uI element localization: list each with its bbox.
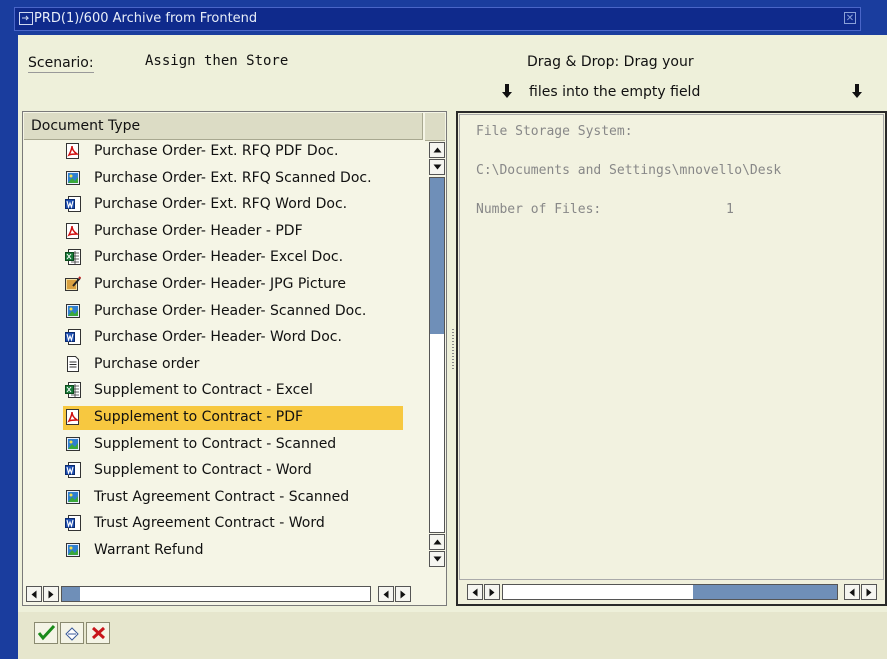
excel-icon <box>65 382 81 399</box>
scroll-thumb[interactable] <box>693 585 837 599</box>
confirm-button[interactable] <box>34 622 58 644</box>
list-item[interactable]: Warrant Refund <box>63 539 403 563</box>
header-filler <box>425 113 445 141</box>
list-item[interactable]: Trust Agreement Contract - Scanned <box>63 486 403 510</box>
list-item-label: Purchase Order- Ext. RFQ Scanned Doc. <box>94 169 372 186</box>
word-icon <box>65 515 81 532</box>
scroll-up-button[interactable] <box>429 534 445 550</box>
list-item[interactable]: Supplement to Contract - Excel <box>63 379 403 403</box>
footer-toolbar <box>18 612 887 659</box>
drag-drop-hint-line2: files into the empty field <box>529 84 701 100</box>
document-type-header[interactable]: Document Type <box>24 113 423 140</box>
scroll-track[interactable] <box>429 177 445 533</box>
number-of-files-value: 1 <box>726 202 734 217</box>
list-item-label: Trust Agreement Contract - Scanned <box>94 488 350 505</box>
window-frame: PRD(1)/600 Archive from Frontend ✕ Scena… <box>0 0 887 659</box>
list-item-label: Supplement to Contract - Excel <box>94 382 313 399</box>
list-item-label: Purchase Order- Header- JPG Picture <box>94 276 347 292</box>
file-storage-title: File Storage System: <box>476 124 633 139</box>
scroll-track[interactable] <box>502 584 838 600</box>
number-of-files-label: Number of Files: <box>476 202 602 217</box>
list-item-label: Purchase Order- Header- Excel Doc. <box>94 249 344 266</box>
close-icon[interactable]: ✕ <box>844 12 856 24</box>
document-list-horizontal-scrollbar[interactable] <box>26 586 446 603</box>
file-storage-area[interactable]: File Storage System: C:\Documents and Se… <box>459 114 884 580</box>
list-item-label: Purchase Order- Ext. RFQ Word Doc. <box>94 196 348 213</box>
list-item-label: Trust Agreement Contract - Word <box>94 515 325 532</box>
scenario-value: Assign then Store <box>145 53 289 69</box>
file-area-horizontal-scrollbar[interactable] <box>467 584 881 601</box>
scroll-left-button[interactable] <box>844 584 860 600</box>
word-icon <box>65 196 81 213</box>
list-item-label: Purchase order <box>94 355 200 372</box>
image-icon <box>65 542 81 558</box>
scroll-down-button[interactable] <box>429 551 445 567</box>
scroll-track[interactable] <box>61 586 371 602</box>
list-item[interactable]: Purchase Order- Header- Word Doc. <box>63 326 403 350</box>
scenario-label: Scenario: <box>28 55 94 73</box>
file-path: C:\Documents and Settings\mnovello\Desk <box>476 163 782 178</box>
list-item[interactable]: Purchase Order- Ext. RFQ Word Doc. <box>63 193 403 217</box>
document-type-panel: Document Type Purchase Order- Ext. RFQ P… <box>22 111 447 606</box>
down-arrow-icon <box>850 83 864 99</box>
scroll-left-button[interactable] <box>26 586 42 602</box>
scroll-thumb[interactable] <box>430 178 444 334</box>
list-item-label: Purchase Order- Ext. RFQ PDF Doc. <box>94 143 339 159</box>
pdf-icon <box>65 143 81 159</box>
image-icon <box>65 303 81 319</box>
scroll-right-button[interactable] <box>43 586 59 602</box>
scroll-right-button[interactable] <box>861 584 877 600</box>
list-item[interactable]: Purchase Order- Header- Excel Doc. <box>63 246 403 270</box>
drag-drop-hint-line1: Drag & Drop: Drag your <box>527 54 694 70</box>
dialog-body: Scenario: Assign then Store Drag & Drop:… <box>18 35 887 659</box>
list-item-label: Supplement to Contract - PDF <box>94 409 304 425</box>
title-bar: PRD(1)/600 Archive from Frontend ✕ <box>14 7 861 31</box>
list-item-label: Supplement to Contract - Scanned <box>94 435 337 452</box>
list-item[interactable]: Purchase Order- Header - PDF <box>63 220 403 244</box>
cancel-button[interactable] <box>86 622 110 644</box>
scroll-right-button[interactable] <box>484 584 500 600</box>
picture-edit-icon <box>65 276 82 292</box>
image-icon <box>65 170 81 186</box>
window-title: PRD(1)/600 Archive from Frontend <box>34 11 258 26</box>
excel-icon <box>65 249 81 266</box>
list-item[interactable]: Purchase Order- Ext. RFQ Scanned Doc. <box>63 167 403 191</box>
list-item[interactable]: Purchase Order- Header- Scanned Doc. <box>63 300 403 324</box>
down-arrow-icon <box>500 83 514 99</box>
list-item-label: Purchase Order- Header- Scanned Doc. <box>94 302 367 319</box>
file-drop-zone[interactable]: File Storage System: C:\Documents and Se… <box>456 111 887 606</box>
list-item[interactable]: Purchase Order- Ext. RFQ PDF Doc. <box>63 140 403 164</box>
word-icon <box>65 329 81 346</box>
word-icon <box>65 462 81 479</box>
list-item-label: Purchase Order- Header - PDF <box>94 222 303 239</box>
list-item[interactable]: Purchase order <box>63 353 403 377</box>
list-item[interactable]: Supplement to Contract - PDF <box>63 406 403 430</box>
document-list-vertical-scrollbar[interactable] <box>428 142 446 569</box>
document-icon <box>65 355 81 372</box>
list-item[interactable]: Purchase Order- Header- JPG Picture <box>63 273 403 297</box>
splitter-grip[interactable] <box>452 329 454 369</box>
scroll-down-button[interactable] <box>429 159 445 175</box>
scroll-left-button[interactable] <box>467 584 483 600</box>
list-item[interactable]: Supplement to Contract - Word <box>63 459 403 483</box>
assign-button[interactable] <box>60 622 84 644</box>
list-item-label: Supplement to Contract - Word <box>94 462 312 479</box>
list-item[interactable]: Supplement to Contract - Scanned <box>63 433 403 457</box>
list-item[interactable]: Trust Agreement Contract - Word <box>63 512 403 536</box>
image-icon <box>65 436 81 452</box>
pdf-icon <box>65 409 81 425</box>
scroll-right-button[interactable] <box>395 586 411 602</box>
scroll-up-button[interactable] <box>429 142 445 158</box>
image-icon <box>65 489 81 505</box>
pdf-icon <box>65 222 81 239</box>
scroll-thumb[interactable] <box>62 587 80 601</box>
window-menu-icon[interactable] <box>19 12 33 25</box>
list-item-label: Purchase Order- Header- Word Doc. <box>94 329 342 346</box>
scroll-left-button[interactable] <box>378 586 394 602</box>
list-item-label: Warrant Refund <box>94 542 204 558</box>
